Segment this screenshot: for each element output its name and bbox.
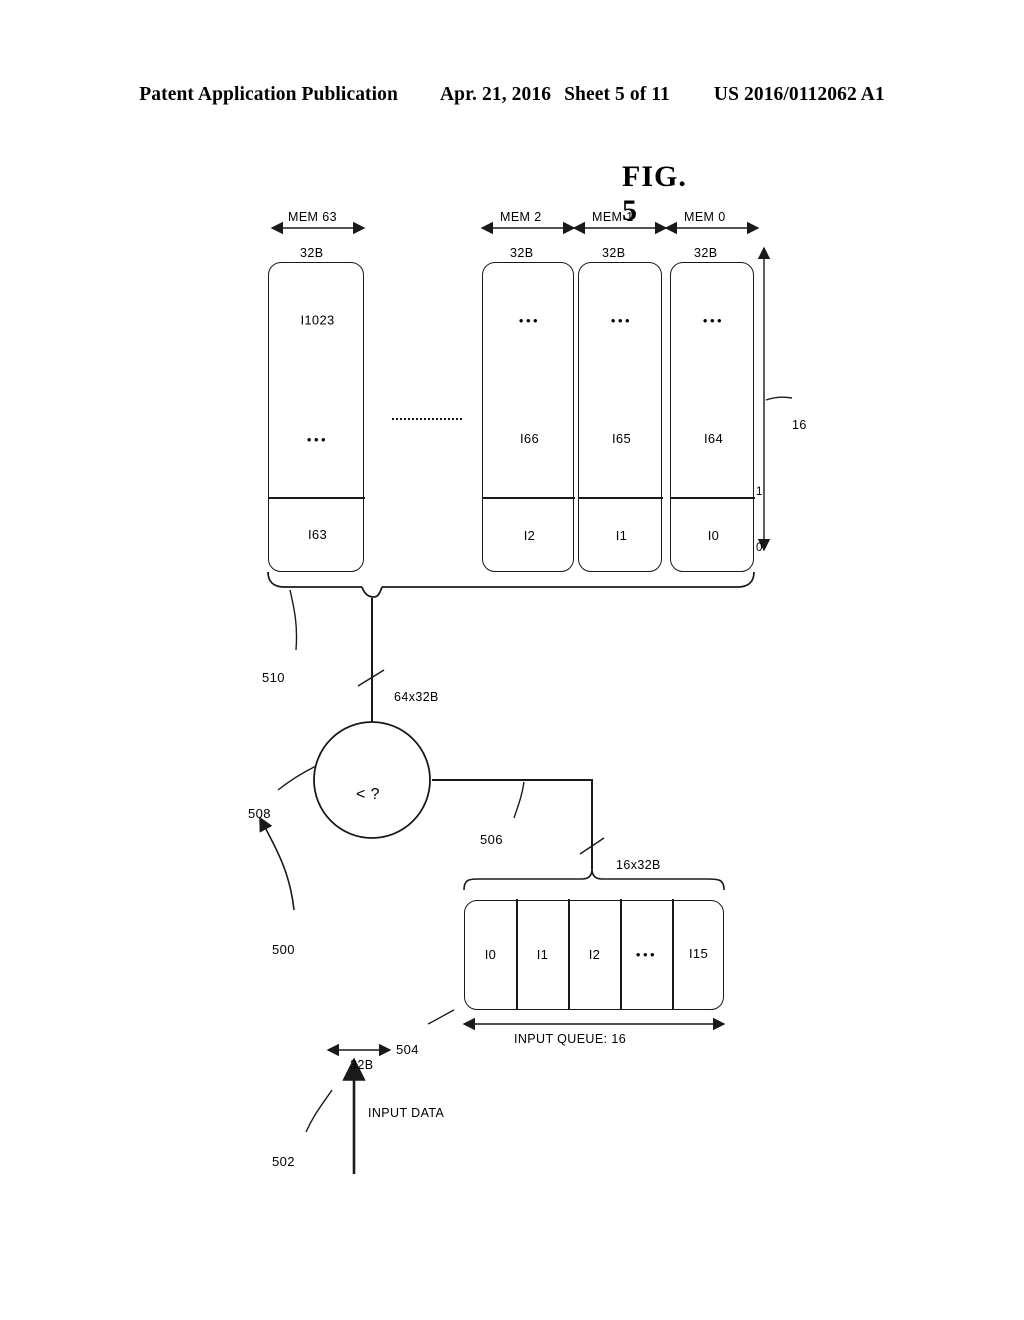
mem2-cell-1-label: I66 xyxy=(519,431,539,447)
mem63-cell-0: I63 xyxy=(269,499,365,571)
queue-cell-0: I0 xyxy=(465,899,516,1009)
memory-box-mem63: I63 ••• I1023 xyxy=(268,261,365,572)
mem0-cell-1: I64 xyxy=(671,379,755,499)
queue-bus-label: 16x32B xyxy=(616,858,661,872)
mem1-cell-2: ••• xyxy=(579,261,663,379)
leader-508 xyxy=(277,765,317,791)
publication-header: Patent Application Publication Apr. 21, … xyxy=(0,84,1024,106)
queue-cell-1-label: I1 xyxy=(536,946,548,962)
mem63-cell-1-label: ••• xyxy=(306,431,328,447)
memory-column-label-0: 0 xyxy=(756,542,763,554)
queue-width-label: 32B xyxy=(350,1058,374,1072)
mem2-name-label: MEM 2 xyxy=(500,210,542,224)
mem1-cell-0: I1 xyxy=(579,499,663,571)
queue-cell-0-label: I0 xyxy=(484,946,497,962)
mem0-cell-2: ••• xyxy=(671,261,755,379)
ref-500: 500 xyxy=(272,942,295,957)
dim-memory-16 xyxy=(757,246,793,552)
memory-bank-spine xyxy=(267,571,755,598)
mem1-cell-2-label: ••• xyxy=(610,312,632,328)
ref-510: 510 xyxy=(262,670,285,685)
mem0-cell-0-label: I0 xyxy=(707,527,719,543)
leader-500 xyxy=(259,816,295,911)
memory-ellipsis xyxy=(392,418,465,420)
memory-box-mem0: I0 I64 ••• xyxy=(670,261,755,572)
comparator-symbol: < ? xyxy=(356,786,380,803)
header-patent-number: US 2016/0112062 A1 xyxy=(713,84,885,105)
mem2-height-label: 32B xyxy=(510,246,534,260)
mem2-cell-2-label: ••• xyxy=(518,312,540,328)
queue-cell-2: I2 xyxy=(568,899,620,1009)
header-date: Apr. 21, 2016 xyxy=(439,84,552,105)
ref-508: 508 xyxy=(248,806,271,821)
memory-column-label-1: 1 xyxy=(756,486,763,498)
mem0-height-label: 32B xyxy=(694,246,718,260)
queue-cell-2-label: I2 xyxy=(588,946,600,962)
mem2-cell-0-label: I2 xyxy=(523,527,535,543)
mem2-cell-2: ••• xyxy=(483,261,575,379)
mem63-cell-1: ••• xyxy=(269,379,365,499)
ref-506: 506 xyxy=(480,832,503,847)
mem2-cell-1: I66 xyxy=(483,379,575,499)
mem0-cell-0: I0 xyxy=(671,499,755,571)
mem2-cell-0: I2 xyxy=(483,499,575,571)
mem63-name-label: MEM 63 xyxy=(288,210,337,224)
input-data-label: INPUT DATA xyxy=(368,1106,445,1120)
mem1-cell-1-label: I65 xyxy=(611,431,631,447)
mem0-cell-1-label: I64 xyxy=(703,431,723,447)
mem63-cell-2-label: I1023 xyxy=(299,312,335,328)
header-left-title: Patent Application Publication xyxy=(139,84,398,105)
header-sheet: Sheet 5 of 11 xyxy=(564,84,670,105)
queue-cell-ellipsis-label: ••• xyxy=(635,946,657,962)
queue-cell-1: I1 xyxy=(516,899,568,1009)
mem0-cell-2-label: ••• xyxy=(702,312,724,328)
input-queue-box: I0 I1 I2 ••• I15 xyxy=(464,899,725,1010)
input-queue-title: INPUT QUEUE: 16 xyxy=(514,1032,627,1046)
queue-output-brace-and-bus xyxy=(432,779,725,891)
mem0-name-label: MEM 0 xyxy=(684,210,726,224)
mem1-cell-0-label: I1 xyxy=(615,527,627,543)
mem1-cell-1: I65 xyxy=(579,379,663,499)
leader-510 xyxy=(289,589,298,651)
comparator-bus-label: 64x32B xyxy=(394,690,439,704)
memory-count-label: 16 xyxy=(792,418,807,432)
comparator-output-bus xyxy=(357,598,385,722)
mem63-cell-2: I1023 xyxy=(269,261,365,379)
ref-504: 504 xyxy=(396,1042,419,1057)
mem63-height-label: 32B xyxy=(300,246,324,260)
figure-caption: FIG. 5 xyxy=(622,160,687,227)
figure-500-diagram: INPUT DATA 502 500 32B INPUT QUEUE: 16 5… xyxy=(232,110,807,1210)
mem1-height-label: 32B xyxy=(602,246,626,260)
memory-box-mem1: I1 I65 ••• xyxy=(578,261,663,572)
comparator-circle xyxy=(313,721,431,839)
queue-cell-ellipsis: ••• xyxy=(620,899,672,1009)
mem63-cell-0-label: I63 xyxy=(307,527,327,543)
leader-504 xyxy=(427,1009,455,1025)
figure-canvas: INPUT DATA 502 500 32B INPUT QUEUE: 16 5… xyxy=(232,110,807,1210)
leader-506 xyxy=(513,781,525,819)
ref-502: 502 xyxy=(272,1154,295,1169)
leader-502 xyxy=(305,1089,333,1133)
queue-cell-15: I15 xyxy=(672,899,725,1009)
memory-box-mem2: I2 I66 ••• xyxy=(482,261,575,572)
queue-cell-15-label: I15 xyxy=(689,946,708,962)
